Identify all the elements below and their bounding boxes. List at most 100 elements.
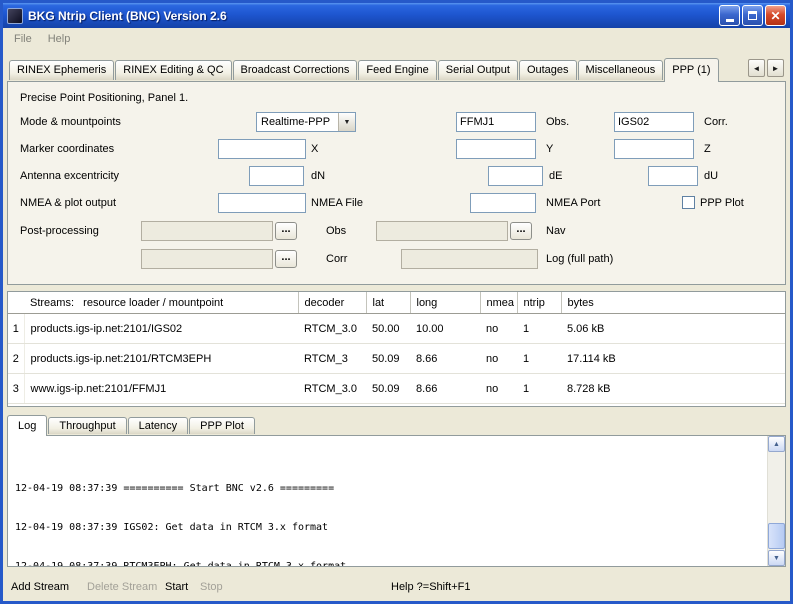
- streams-table: Streams: resource loader / mountpoint de…: [7, 291, 786, 407]
- marker-z-input[interactable]: [614, 139, 694, 159]
- scroll-down-icon[interactable]: ▼: [768, 550, 785, 566]
- tab-miscellaneous[interactable]: Miscellaneous: [578, 60, 664, 80]
- tab-log[interactable]: Log: [7, 415, 47, 436]
- post-obs-browse-button[interactable]: ...: [275, 222, 297, 240]
- nmea-port-input[interactable]: [470, 193, 536, 213]
- post-log-file-input: [401, 249, 538, 269]
- antenna-de-input[interactable]: [488, 166, 543, 186]
- cell-ntrip: 1: [517, 314, 561, 344]
- cell-ntrip: 1: [517, 374, 561, 404]
- panel-title: Precise Point Positioning, Panel 1.: [20, 92, 188, 104]
- app-icon[interactable]: [7, 8, 23, 24]
- cell-lat: 50.09: [366, 374, 410, 404]
- start-button[interactable]: Start: [165, 581, 188, 593]
- tab-rinex-editing-qc[interactable]: RINEX Editing & QC: [115, 60, 231, 80]
- tab-broadcast-corrections[interactable]: Broadcast Corrections: [233, 60, 358, 80]
- bnc-window: BKG Ntrip Client (BNC) Version 2.6 ✕ Fil…: [0, 0, 793, 604]
- cell-decoder: RTCM_3: [298, 344, 366, 374]
- corner-header: [8, 292, 24, 314]
- post-nav-file-input: [376, 221, 508, 241]
- tab-scroll-buttons: ◄ ►: [748, 59, 784, 77]
- ppp-plot-checkbox[interactable]: [682, 196, 695, 209]
- window-controls: ✕: [719, 5, 786, 26]
- nmea-file-label: NMEA File: [311, 197, 363, 209]
- x-label: X: [311, 143, 318, 155]
- chevron-down-icon: ▼: [338, 113, 355, 131]
- post-processing-label: Post-processing: [20, 225, 99, 237]
- tab-feed-engine[interactable]: Feed Engine: [358, 60, 436, 80]
- menu-help[interactable]: Help: [40, 31, 79, 47]
- antenna-label: Antenna excentricity: [20, 170, 119, 182]
- row-number: 2: [8, 344, 24, 374]
- scrollbar-thumb[interactable]: [768, 523, 785, 549]
- delete-stream-button[interactable]: Delete Stream: [87, 581, 157, 593]
- col-header-lat: lat: [366, 292, 410, 314]
- cell-bytes: 17.114 kB: [561, 344, 785, 374]
- nmea-file-input[interactable]: [218, 193, 306, 213]
- tab-outages[interactable]: Outages: [519, 60, 577, 80]
- antenna-du-input[interactable]: [648, 166, 698, 186]
- antenna-dn-input[interactable]: [249, 166, 304, 186]
- tab-scroll-left-button[interactable]: ◄: [748, 59, 765, 77]
- ppp-plot-label: PPP Plot: [700, 197, 744, 209]
- cell-decoder: RTCM_3.0: [298, 314, 366, 344]
- window-title: BKG Ntrip Client (BNC) Version 2.6: [28, 9, 719, 23]
- obs-label: Obs.: [546, 116, 569, 128]
- tab-latency[interactable]: Latency: [128, 417, 189, 434]
- tab-serial-output[interactable]: Serial Output: [438, 60, 518, 80]
- close-button[interactable]: ✕: [765, 5, 786, 26]
- stream-row[interactable]: 2 products.igs-ip.net:2101/RTCM3EPH RTCM…: [8, 344, 785, 374]
- tab-rinex-ephemeris[interactable]: RINEX Ephemeris: [9, 60, 114, 80]
- cell-ntrip: 1: [517, 344, 561, 374]
- stream-row[interactable]: 1 products.igs-ip.net:2101/IGS02 RTCM_3.…: [8, 314, 785, 344]
- cell-lat: 50.00: [366, 314, 410, 344]
- cell-long: 8.66: [410, 344, 480, 374]
- maximize-button[interactable]: [742, 5, 763, 26]
- add-stream-button[interactable]: Add Stream: [11, 581, 69, 593]
- marker-y-input[interactable]: [456, 139, 536, 159]
- main-tab-bar: RINEX Ephemeris RINEX Editing & QC Broad…: [9, 55, 784, 81]
- marker-x-input[interactable]: [218, 139, 306, 159]
- col-header-mountpoint: Streams: resource loader / mountpoint: [24, 292, 298, 314]
- de-label: dE: [549, 170, 562, 182]
- cell-mountpoint: products.igs-ip.net:2101/RTCM3EPH: [24, 344, 298, 374]
- ppp-mode-value: Realtime-PPP: [257, 116, 338, 128]
- ppp-corr-mountpoint-input[interactable]: [614, 112, 694, 132]
- cell-bytes: 5.06 kB: [561, 314, 785, 344]
- post-corr-browse-button[interactable]: ...: [275, 250, 297, 268]
- cell-long: 8.66: [410, 374, 480, 404]
- cell-bytes: 8.728 kB: [561, 374, 785, 404]
- ppp-mode-select[interactable]: Realtime-PPP ▼: [256, 112, 356, 132]
- col-header-bytes: bytes: [561, 292, 785, 314]
- cell-lat: 50.09: [366, 344, 410, 374]
- row-number: 1: [8, 314, 24, 344]
- tab-ppp-plot[interactable]: PPP Plot: [189, 417, 255, 434]
- scroll-up-icon[interactable]: ▲: [768, 436, 785, 452]
- tab-ppp-1[interactable]: PPP (1): [664, 58, 718, 82]
- ppp-panel: Precise Point Positioning, Panel 1. Mode…: [7, 81, 786, 285]
- title-bar[interactable]: BKG Ntrip Client (BNC) Version 2.6 ✕: [3, 3, 790, 28]
- tab-throughput[interactable]: Throughput: [48, 417, 126, 434]
- y-label: Y: [546, 143, 553, 155]
- corr-label: Corr.: [704, 116, 728, 128]
- log-scrollbar[interactable]: ▲ ▼: [767, 436, 785, 566]
- stop-button[interactable]: Stop: [200, 581, 223, 593]
- minimize-button[interactable]: [719, 5, 740, 26]
- post-log-label: Log (full path): [546, 253, 613, 265]
- cell-decoder: RTCM_3.0: [298, 374, 366, 404]
- z-label: Z: [704, 143, 711, 155]
- marker-label: Marker coordinates: [20, 143, 114, 155]
- post-obs-file-input: [141, 221, 273, 241]
- minimize-icon: [726, 19, 734, 22]
- row-number: 3: [8, 374, 24, 404]
- stream-row[interactable]: 3 www.igs-ip.net:2101/FFMJ1 RTCM_3.0 50.…: [8, 374, 785, 404]
- col-header-nmea: nmea: [480, 292, 517, 314]
- ppp-obs-mountpoint-input[interactable]: [456, 112, 536, 132]
- post-nav-browse-button[interactable]: ...: [510, 222, 532, 240]
- nmea-port-label: NMEA Port: [546, 197, 600, 209]
- cell-nmea: no: [480, 344, 517, 374]
- cell-mountpoint: www.igs-ip.net:2101/FFMJ1: [24, 374, 298, 404]
- menu-file[interactable]: File: [6, 31, 40, 47]
- tab-scroll-right-button[interactable]: ►: [767, 59, 784, 77]
- cell-mountpoint: products.igs-ip.net:2101/IGS02: [24, 314, 298, 344]
